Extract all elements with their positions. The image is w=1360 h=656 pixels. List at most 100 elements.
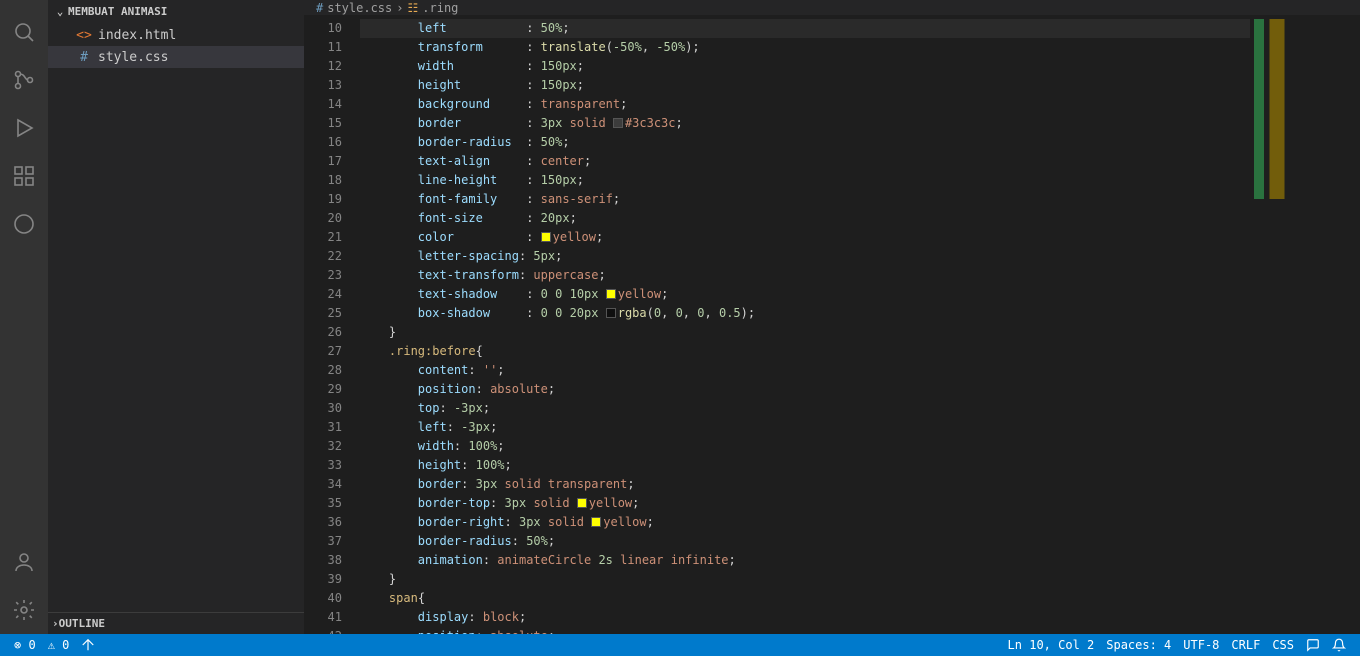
line-number[interactable]: 35	[304, 494, 360, 513]
code-line[interactable]: content: '';	[360, 361, 1250, 380]
code-editor[interactable]: left : 50%; transform : translate(-50%, …	[360, 15, 1250, 634]
code-line[interactable]: font-family : sans-serif;	[360, 190, 1250, 209]
file-icon: #	[76, 50, 92, 65]
line-number[interactable]: 31	[304, 418, 360, 437]
line-number[interactable]: 34	[304, 475, 360, 494]
code-line[interactable]: animation: animateCircle 2s linear infin…	[360, 551, 1250, 570]
line-number[interactable]: 32	[304, 437, 360, 456]
code-line[interactable]: font-size : 20px;	[360, 209, 1250, 228]
code-line[interactable]: border: 3px solid transparent;	[360, 475, 1250, 494]
line-number[interactable]: 18	[304, 171, 360, 190]
code-line[interactable]: height : 150px;	[360, 76, 1250, 95]
code-line[interactable]: background : transparent;	[360, 95, 1250, 114]
file-item[interactable]: #style.css	[48, 46, 304, 68]
explorer-icon[interactable]	[0, 8, 48, 56]
line-number[interactable]: 17	[304, 152, 360, 171]
line-number[interactable]: 42	[304, 627, 360, 634]
line-number[interactable]: 29	[304, 380, 360, 399]
code-line[interactable]: left : 50%;	[360, 19, 1250, 38]
line-number[interactable]: 22	[304, 247, 360, 266]
line-number[interactable]: 14	[304, 95, 360, 114]
code-line[interactable]: }	[360, 570, 1250, 589]
code-line[interactable]: text-align : center;	[360, 152, 1250, 171]
line-number[interactable]: 38	[304, 551, 360, 570]
code-line[interactable]: width : 150px;	[360, 57, 1250, 76]
code-line[interactable]: display: block;	[360, 608, 1250, 627]
line-number[interactable]: 20	[304, 209, 360, 228]
status-warnings[interactable]: ⚠ 0	[42, 638, 76, 652]
github-icon[interactable]	[0, 200, 48, 248]
breadcrumb-file[interactable]: style.css	[327, 1, 392, 15]
code-line[interactable]: border : 3px solid #3c3c3c;	[360, 114, 1250, 133]
code-line[interactable]: height: 100%;	[360, 456, 1250, 475]
line-number[interactable]: 37	[304, 532, 360, 551]
code-line[interactable]: box-shadow : 0 0 20px rgba(0, 0, 0, 0.5)…	[360, 304, 1250, 323]
line-number[interactable]: 39	[304, 570, 360, 589]
code-line[interactable]: border-top: 3px solid yellow;	[360, 494, 1250, 513]
code-line[interactable]: width: 100%;	[360, 437, 1250, 456]
line-number[interactable]: 27	[304, 342, 360, 361]
file-css-icon: #	[316, 1, 323, 15]
line-number[interactable]: 16	[304, 133, 360, 152]
line-number[interactable]: 36	[304, 513, 360, 532]
file-name: index.html	[98, 28, 176, 43]
extensions-icon[interactable]	[0, 152, 48, 200]
line-number[interactable]: 10	[304, 19, 360, 38]
code-line[interactable]: transform : translate(-50%, -50%);	[360, 38, 1250, 57]
settings-gear-icon[interactable]	[0, 586, 48, 634]
code-line[interactable]: color : yellow;	[360, 228, 1250, 247]
line-number[interactable]: 11	[304, 38, 360, 57]
line-number[interactable]: 26	[304, 323, 360, 342]
code-line[interactable]: top: -3px;	[360, 399, 1250, 418]
minimap[interactable]	[1250, 15, 1360, 634]
code-line[interactable]: text-transform: uppercase;	[360, 266, 1250, 285]
line-number[interactable]: 21	[304, 228, 360, 247]
file-item[interactable]: <>index.html	[48, 24, 304, 46]
status-eol[interactable]: CRLF	[1225, 638, 1266, 652]
code-line[interactable]: line-height : 150px;	[360, 171, 1250, 190]
line-number[interactable]: 33	[304, 456, 360, 475]
line-number[interactable]: 24	[304, 285, 360, 304]
line-number-gutter[interactable]: 1011121314151617181920212223242526272829…	[304, 15, 360, 634]
outline-header[interactable]: › OUTLINE	[48, 612, 304, 634]
code-line[interactable]: left: -3px;	[360, 418, 1250, 437]
breadcrumb-bar[interactable]: # style.css › ☷ .ring	[304, 0, 1360, 15]
line-number[interactable]: 15	[304, 114, 360, 133]
selector-icon: ☷	[408, 1, 419, 15]
code-line[interactable]: span{	[360, 589, 1250, 608]
code-line[interactable]: letter-spacing: 5px;	[360, 247, 1250, 266]
chevron-right-icon: ›	[396, 1, 403, 15]
line-number[interactable]: 41	[304, 608, 360, 627]
code-line[interactable]: border-right: 3px solid yellow;	[360, 513, 1250, 532]
code-line[interactable]: }	[360, 323, 1250, 342]
line-number[interactable]: 25	[304, 304, 360, 323]
code-line[interactable]: text-shadow : 0 0 10px yellow;	[360, 285, 1250, 304]
status-spaces[interactable]: Spaces: 4	[1100, 638, 1177, 652]
code-line[interactable]: position: absolute;	[360, 380, 1250, 399]
line-number[interactable]: 23	[304, 266, 360, 285]
run-debug-icon[interactable]	[0, 104, 48, 152]
status-feedback-icon[interactable]	[1300, 638, 1326, 652]
status-encoding[interactable]: UTF-8	[1177, 638, 1225, 652]
code-line[interactable]: border-radius: 50%;	[360, 532, 1250, 551]
status-errors[interactable]: ⊗ 0	[8, 638, 42, 652]
status-language[interactable]: CSS	[1266, 638, 1300, 652]
activity-bar	[0, 0, 48, 634]
line-number[interactable]: 28	[304, 361, 360, 380]
source-control-icon[interactable]	[0, 56, 48, 104]
line-number[interactable]: 13	[304, 76, 360, 95]
status-port-icon[interactable]	[75, 638, 101, 652]
folder-header[interactable]: ⌄ MEMBUAT ANIMASI	[48, 0, 304, 22]
code-line[interactable]: .ring:before{	[360, 342, 1250, 361]
line-number[interactable]: 40	[304, 589, 360, 608]
breadcrumb-selector[interactable]: .ring	[422, 1, 458, 15]
line-number[interactable]: 30	[304, 399, 360, 418]
status-ln-col[interactable]: Ln 10, Col 2	[1002, 638, 1101, 652]
code-line[interactable]: border-radius : 50%;	[360, 133, 1250, 152]
line-number[interactable]: 19	[304, 190, 360, 209]
status-bell-icon[interactable]	[1326, 638, 1352, 652]
code-line[interactable]: position: absolute;	[360, 627, 1250, 634]
folder-name: MEMBUAT ANIMASI	[68, 5, 167, 18]
accounts-icon[interactable]	[0, 538, 48, 586]
line-number[interactable]: 12	[304, 57, 360, 76]
